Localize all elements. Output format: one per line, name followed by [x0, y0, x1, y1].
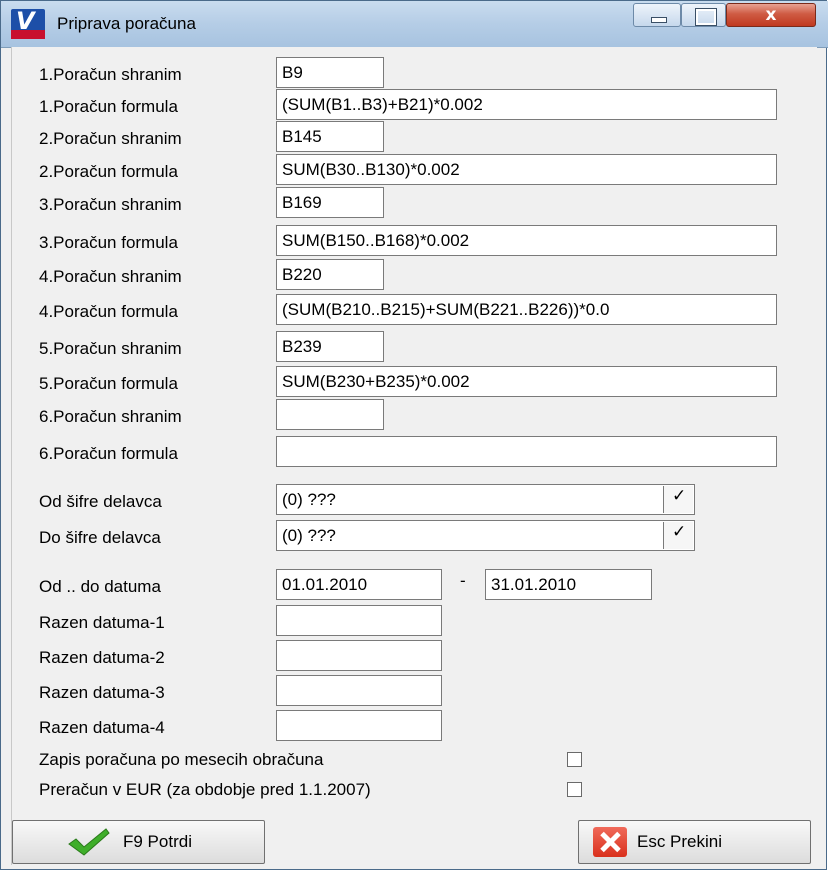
- except-date-2-input[interactable]: [276, 640, 442, 671]
- checkmark-icon: ✓: [672, 522, 687, 542]
- except-date-2-label: Razen datuma-2: [39, 648, 165, 667]
- monthly-record-checkbox[interactable]: [567, 752, 582, 767]
- minimize-button[interactable]: [633, 3, 681, 27]
- cancel-button[interactable]: Esc Prekini: [578, 820, 811, 864]
- date-range-label: Od .. do datuma: [39, 577, 161, 596]
- calc-2-formula-label: 2.Poračun formula: [39, 162, 178, 181]
- calc-1-formula-input[interactable]: (SUM(B1..B3)+B21)*0.002: [276, 89, 777, 120]
- calc-5-formula-label: 5.Poračun formula: [39, 374, 178, 393]
- calc-6-formula-input[interactable]: [276, 436, 777, 467]
- except-date-4-input[interactable]: [276, 710, 442, 741]
- date-from-input[interactable]: 01.01.2010: [276, 569, 442, 600]
- app-logo-icon: [11, 7, 45, 39]
- worker-to-combo[interactable]: (0) ??? ✓: [276, 520, 695, 551]
- date-to-input[interactable]: 31.01.2010: [485, 569, 652, 600]
- calc-3-store-label: 3.Poračun shranim: [39, 195, 182, 214]
- eur-conversion-label: Preračun v EUR (za obdobje pred 1.1.2007…: [39, 780, 371, 799]
- title-bar[interactable]: Priprava poračuna x: [1, 1, 828, 48]
- calc-5-formula-input[interactable]: SUM(B230+B235)*0.002: [276, 366, 777, 397]
- except-date-3-label: Razen datuma-3: [39, 683, 165, 702]
- date-range-separator: -: [460, 571, 466, 590]
- calc-2-store-label: 2.Poračun shranim: [39, 129, 182, 148]
- confirm-button[interactable]: F9 Potrdi: [12, 820, 265, 864]
- worker-to-dropdown-button[interactable]: ✓: [663, 522, 693, 549]
- worker-to-value: (0) ???: [282, 526, 336, 545]
- checkmark-icon: ✓: [672, 486, 687, 506]
- worker-from-label: Od šifre delavca: [39, 492, 162, 511]
- calc-5-store-input[interactable]: B239: [276, 331, 384, 362]
- except-date-1-input[interactable]: [276, 605, 442, 636]
- window-title: Priprava poračuna: [57, 14, 196, 33]
- calc-4-store-label: 4.Poračun shranim: [39, 267, 182, 286]
- except-date-3-input[interactable]: [276, 675, 442, 706]
- calc-6-store-input[interactable]: [276, 399, 384, 430]
- calc-1-store-label: 1.Poračun shranim: [39, 65, 182, 84]
- calc-2-store-input[interactable]: B145: [276, 121, 384, 152]
- except-date-1-label: Razen datuma-1: [39, 613, 165, 632]
- dialog-body: 1.Poračun shranim B9 1.Poračun formula (…: [11, 47, 817, 865]
- cancel-x-icon: [593, 827, 627, 857]
- calc-3-store-input[interactable]: B169: [276, 187, 384, 218]
- calc-3-formula-input[interactable]: SUM(B150..B168)*0.002: [276, 225, 777, 256]
- worker-from-dropdown-button[interactable]: ✓: [663, 486, 693, 513]
- monthly-record-label: Zapis poračuna po mesecih obračuna: [39, 750, 324, 769]
- calc-5-store-label: 5.Poračun shranim: [39, 339, 182, 358]
- calc-1-store-input[interactable]: B9: [276, 57, 384, 88]
- calc-3-formula-label: 3.Poračun formula: [39, 233, 178, 252]
- worker-from-combo[interactable]: (0) ??? ✓: [276, 484, 695, 515]
- eur-conversion-checkbox[interactable]: [567, 782, 582, 797]
- calc-6-store-label: 6.Poračun shranim: [39, 407, 182, 426]
- close-icon: x: [765, 5, 777, 25]
- calc-4-formula-input[interactable]: (SUM(B210..B215)+SUM(B221..B226))*0.0: [276, 294, 777, 325]
- dialog-window: Priprava poračuna x 1.Poračun shranim B9…: [0, 0, 828, 870]
- calc-2-formula-input[interactable]: SUM(B30..B130)*0.002: [276, 154, 777, 185]
- except-date-4-label: Razen datuma-4: [39, 718, 165, 737]
- confirm-button-label: F9 Potrdi: [123, 832, 192, 851]
- maximize-button[interactable]: [681, 3, 726, 27]
- worker-to-label: Do šifre delavca: [39, 528, 161, 547]
- close-button[interactable]: x: [726, 3, 816, 27]
- calc-4-store-input[interactable]: B220: [276, 259, 384, 290]
- minimize-icon: [651, 17, 667, 23]
- checkmark-icon: [68, 828, 110, 856]
- calc-6-formula-label: 6.Poračun formula: [39, 444, 178, 463]
- cancel-button-label: Esc Prekini: [637, 832, 723, 851]
- calc-1-formula-label: 1.Poračun formula: [39, 97, 178, 116]
- worker-from-value: (0) ???: [282, 490, 336, 509]
- maximize-icon: [695, 8, 717, 26]
- calc-4-formula-label: 4.Poračun formula: [39, 302, 178, 321]
